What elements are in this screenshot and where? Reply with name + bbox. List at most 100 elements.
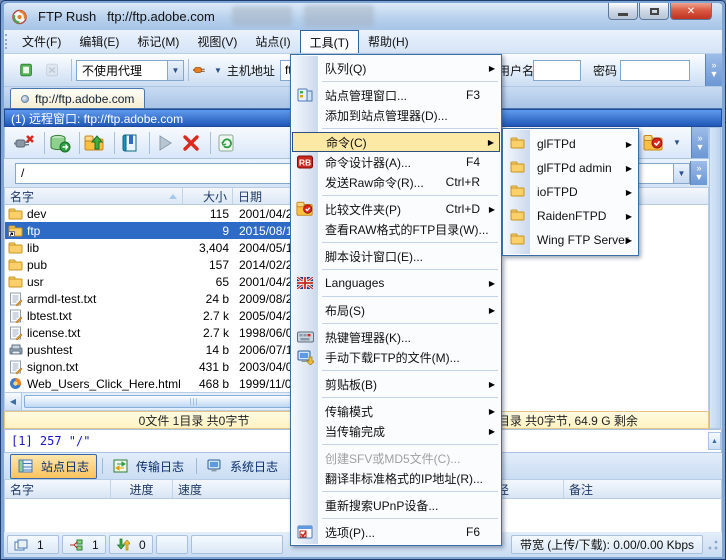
tools-menu-item-4[interactable]: 命令(C) ▶ (292, 132, 500, 152)
queue-column-1[interactable]: 名字 (5, 480, 111, 498)
title-bar[interactable]: FTP Rush ftp://ftp.adobe.com ✕ (4, 3, 722, 30)
menu-item-1[interactable]: 编辑(E) (70, 30, 128, 53)
tools-menu-item-16[interactable]: 当传输完成 ▶ (292, 421, 500, 441)
folder-icon (508, 157, 526, 175)
commands-submenu-item-3[interactable]: ioFTPD ▶ (504, 180, 637, 204)
log-tab-1[interactable]: 站点日志 (10, 453, 98, 479)
tools-menu-item-2[interactable]: 站点管理窗口... F3 (292, 85, 500, 105)
compare-folders-button[interactable] (643, 130, 669, 156)
tools-menu-item-6[interactable]: 发送Raw命令(R)... Ctrl+R (292, 172, 500, 192)
tools-menu-item-3[interactable]: 添加到站点管理器(D)... (292, 105, 500, 125)
close-tab-button[interactable] (41, 57, 67, 83)
menu-item-0[interactable]: 文件(F) (13, 30, 70, 53)
new-tab-button[interactable] (15, 57, 41, 83)
menu-item-label: 当传输完成 (325, 424, 386, 439)
tools-menu-item-7[interactable]: 比较文件夹(P) Ctrl+D ▶ (292, 199, 500, 219)
log-tab-2[interactable]: 传输日志 (106, 455, 191, 478)
menu-item-4[interactable]: 站点(I) (246, 30, 299, 53)
refresh-button[interactable] (215, 130, 241, 156)
tools-menu-item-20[interactable]: 选项(P)... F6 (292, 522, 500, 542)
commands-submenu-item-5[interactable]: Wing FTP Server ▶ (504, 228, 637, 252)
disconnect-icon (14, 133, 36, 153)
tools-menu-item-12[interactable]: 热键管理器(K)... (292, 327, 500, 347)
menu-item-label: 命令设计器(A)... (325, 155, 411, 170)
toolbar-overflow-chevron[interactable]: » ▼ (690, 161, 707, 185)
chevron-down-icon[interactable]: ▼ (167, 60, 183, 80)
tools-menu-item-5[interactable]: RB 命令设计器(A)... F4 (292, 152, 500, 172)
file-name: pushtest (5, 343, 183, 357)
menu-shortcut: F3 (465, 88, 480, 102)
password-input[interactable] (620, 59, 690, 81)
session-tab[interactable]: ftp://ftp.adobe.com (10, 88, 146, 108)
system-log-icon (207, 459, 222, 473)
menu-item-label: glFTPd admin (537, 161, 612, 175)
submenu-arrow-icon: ▶ (625, 163, 632, 173)
menu-item-3[interactable]: 视图(V) (188, 30, 246, 53)
menubar-grip[interactable] (5, 34, 12, 49)
tools-menu-item-14[interactable]: 剪贴板(B) ▶ (292, 374, 500, 394)
menu-item-label: Wing FTP Server (537, 233, 629, 247)
tools-menu-item-11[interactable]: 布局(S) ▶ (292, 300, 500, 320)
menu-item-label: ioFTPD (537, 185, 578, 199)
text-file-icon (8, 292, 23, 306)
connect-button[interactable]: ▼ (193, 57, 222, 83)
file-name: lbtest.txt (5, 309, 183, 323)
commands-submenu-item-4[interactable]: RaidenFTPD ▶ (504, 204, 637, 228)
file-size: 2.7 k (202, 308, 229, 323)
toolbar-overflow-chevron[interactable]: » ▼ (691, 127, 708, 158)
remote-window-title: (1) 远程窗口: ftp://ftp.adobe.com (11, 111, 184, 126)
proxy-select[interactable]: 不使用代理 ▼ (76, 59, 184, 81)
bookmarks-button[interactable] (119, 130, 145, 156)
abort-button[interactable] (180, 130, 206, 156)
tools-menu-item-9[interactable]: 脚本设计窗口(E)... (292, 246, 500, 266)
chevron-down-icon[interactable]: ▼ (673, 163, 689, 183)
queue-column-2[interactable]: 进度 (111, 480, 173, 498)
queue-column-5[interactable]: 备注 (564, 480, 721, 498)
maximize-button[interactable] (639, 3, 669, 20)
toolbar-separator (210, 131, 211, 154)
submenu-arrow-icon: ▶ (488, 379, 495, 389)
chevron-down-icon[interactable]: ▼ (214, 66, 222, 75)
go-button[interactable] (154, 130, 180, 156)
menu-item-2[interactable]: 标记(M) (128, 30, 188, 53)
submenu-arrow-icon: ▶ (488, 426, 495, 436)
sync-queue-button[interactable] (49, 130, 75, 156)
tools-menu-item-1[interactable]: 队列(Q) ▶ (292, 58, 500, 78)
submenu-arrow-icon: ▶ (488, 204, 495, 214)
tools-menu-item-10[interactable]: Languages ▶ (292, 273, 500, 293)
menu-item-6[interactable]: 帮助(H) (359, 30, 418, 53)
username-input[interactable] (533, 59, 581, 81)
file-size: 14 b (205, 342, 229, 357)
tools-menu-item-17[interactable]: 创建SFV或MD5文件(C)... (292, 448, 500, 468)
menu-item-tools[interactable]: 工具(T) (299, 30, 359, 53)
folder-up-button[interactable] (84, 130, 110, 156)
remote-status-text: 0文件 1目录 共0字节 (138, 413, 250, 428)
status-cell-transfers: 0 (109, 535, 153, 554)
resize-grip[interactable] (707, 538, 719, 551)
column-header-size[interactable]: 大小 (183, 188, 233, 204)
tools-menu-item-19[interactable]: 重新搜索UPnP设备... (292, 495, 500, 515)
commands-submenu-item-2[interactable]: glFTPd admin ▶ (504, 156, 637, 180)
column-header-name[interactable]: 名字 (5, 188, 183, 204)
log-tab-3[interactable]: 系统日志 (200, 455, 285, 478)
disconnect-button[interactable] (14, 130, 40, 156)
chevron-down-icon[interactable]: ▼ (673, 138, 681, 147)
tools-menu-item-18[interactable]: 翻译非标准格式的IP地址(R)... (292, 468, 500, 488)
scroll-left-icon[interactable]: ◀ (5, 393, 22, 410)
tab-divider (102, 458, 104, 474)
menu-separator (322, 491, 498, 492)
commands-submenu-item-1[interactable]: glFTPd ▶ (504, 132, 637, 156)
tools-menu-item-8[interactable]: 查看RAW格式的FTP目录(W)... (292, 219, 500, 239)
minimize-button[interactable] (608, 3, 638, 20)
close-button[interactable]: ✕ (670, 3, 712, 20)
menu-separator (322, 370, 498, 371)
menu-separator (322, 81, 498, 82)
vertical-scrollbar[interactable] (709, 127, 721, 429)
file-size: 2.7 k (202, 325, 229, 340)
menu-item-label: 发送Raw命令(R)... (325, 175, 424, 190)
folder-icon (508, 181, 526, 199)
tools-menu-item-15[interactable]: 传输模式 ▶ (292, 401, 500, 421)
log-scroll-up-icon[interactable]: ▲ (708, 432, 721, 450)
tools-menu-item-13[interactable]: 手动下载FTP的文件(M)... (292, 347, 500, 367)
toolbar-overflow-chevron[interactable]: » ▼ (705, 54, 722, 86)
